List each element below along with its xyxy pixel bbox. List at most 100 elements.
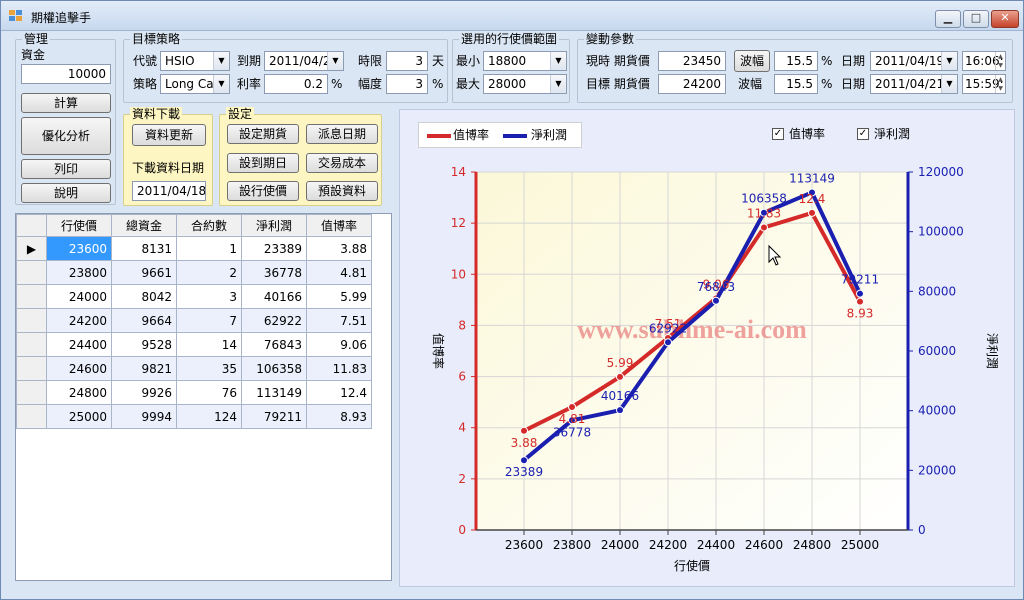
chevron-down-icon: ▼ (941, 75, 957, 93)
rate-input[interactable]: 0.2 (264, 74, 328, 94)
table-cell[interactable]: 35 (176, 356, 242, 381)
table-cell[interactable]: 1 (176, 236, 242, 261)
table-cell[interactable]: 76 (176, 380, 242, 405)
volatility1-input[interactable]: 15.5 (774, 51, 818, 71)
row-header[interactable] (16, 308, 47, 333)
close-button[interactable]: ✕ (991, 10, 1019, 28)
table-cell[interactable]: 24200 (46, 308, 112, 333)
table-cell[interactable]: 79211 (241, 404, 307, 429)
maximize-button[interactable]: □ (963, 10, 989, 28)
print-button[interactable]: 列印 (21, 159, 111, 179)
trading-cost-button[interactable]: 交易成本 (306, 153, 378, 173)
row-header[interactable] (16, 260, 47, 285)
table-cell[interactable]: 9664 (111, 308, 177, 333)
code-select[interactable]: HSIO ▼ (160, 51, 230, 71)
table-cell[interactable]: 106358 (241, 356, 307, 381)
table-row[interactable]: 23800 9661 2 36778 4.81 (16, 260, 372, 285)
table-row[interactable]: 24000 8042 3 40166 5.99 (16, 284, 372, 309)
max-strike-select[interactable]: 28000 ▼ (483, 74, 567, 94)
table-cell[interactable]: 8042 (111, 284, 177, 309)
capital-input[interactable]: 10000 (21, 64, 111, 84)
table-row[interactable]: 24200 9664 7 62922 7.51 (16, 308, 372, 333)
row-header[interactable] (16, 356, 47, 381)
table-cell[interactable]: 12.4 (306, 380, 372, 405)
column-header[interactable]: 合約數 (176, 214, 242, 237)
title-bar[interactable]: 期權追擊手 ▁ □ ✕ (1, 1, 1023, 31)
table-cell[interactable]: 24000 (46, 284, 112, 309)
expiry-select[interactable]: 2011/04/28 ▼ (264, 51, 344, 71)
column-header[interactable]: 總資金 (111, 214, 177, 237)
table-cell[interactable]: 2 (176, 260, 242, 285)
optimize-button[interactable]: 優化分析 (21, 117, 111, 155)
table-cell[interactable]: 4.81 (306, 260, 372, 285)
default-data-button[interactable]: 預設資料 (306, 181, 378, 201)
table-cell[interactable]: 9528 (111, 332, 177, 357)
table-cell[interactable]: 3.88 (306, 236, 372, 261)
table-cell[interactable]: 9.06 (306, 332, 372, 357)
table-cell[interactable]: 23389 (241, 236, 307, 261)
table-cell[interactable]: 24400 (46, 332, 112, 357)
spinner-arrows-icon[interactable]: ▲ ▼ (995, 75, 1005, 93)
results-grid[interactable]: 行使價 總資金 合約數 淨利潤 值博率 ▶ 23600 8131 1 23389… (15, 213, 392, 581)
table-cell[interactable]: 62922 (241, 308, 307, 333)
term-input[interactable]: 3 (386, 51, 428, 71)
time1-spinner[interactable]: 16:06: ▲ ▼ (962, 51, 1006, 71)
table-cell[interactable]: 124 (176, 404, 242, 429)
min-strike-select[interactable]: 18800 ▼ (483, 51, 567, 71)
set-expiry-button[interactable]: 設到期日 (227, 153, 299, 173)
table-row[interactable]: 24600 9821 35 106358 11.83 (16, 356, 372, 381)
set-strike-button[interactable]: 設行使價 (227, 181, 299, 201)
update-data-button[interactable]: 資料更新 (132, 124, 206, 146)
date2-picker[interactable]: 2011/04/21 ▼ (870, 74, 958, 94)
table-row[interactable]: 25000 9994 124 79211 8.93 (16, 404, 372, 429)
spinner-arrows-icon[interactable]: ▲ ▼ (995, 52, 1005, 70)
table-cell[interactable]: 5.99 (306, 284, 372, 309)
download-date-input[interactable]: 2011/04/18 (132, 181, 206, 201)
table-cell[interactable]: 9926 (111, 380, 177, 405)
row-header[interactable] (16, 404, 47, 429)
row-header[interactable] (16, 284, 47, 309)
table-cell[interactable]: 76843 (241, 332, 307, 357)
table-cell[interactable]: 9821 (111, 356, 177, 381)
dividend-date-button[interactable]: 派息日期 (306, 124, 378, 144)
table-cell[interactable]: 8131 (111, 236, 177, 261)
column-header[interactable]: 行使價 (46, 214, 112, 237)
table-cell[interactable]: 8.93 (306, 404, 372, 429)
target-price-input[interactable]: 24200 (658, 74, 726, 94)
calc-button[interactable]: 計算 (21, 93, 111, 113)
table-cell[interactable]: 23600 (46, 236, 112, 261)
table-cell[interactable]: 7.51 (306, 308, 372, 333)
range-input[interactable]: 3 (386, 74, 428, 94)
set-futures-button[interactable]: 設定期貨 (227, 124, 299, 144)
table-cell[interactable]: 9661 (111, 260, 177, 285)
minimize-button[interactable]: ▁ (935, 10, 961, 28)
row-header[interactable] (16, 332, 47, 357)
table-cell[interactable]: 24800 (46, 380, 112, 405)
time2-spinner[interactable]: 15:59: ▲ ▼ (962, 74, 1006, 94)
column-header[interactable]: 淨利潤 (241, 214, 307, 237)
current-price-input[interactable]: 23450 (658, 51, 726, 71)
right-tick-label: 120000 (918, 165, 964, 179)
date1-picker[interactable]: 2011/04/19 ▼ (870, 51, 958, 71)
table-cell[interactable]: 36778 (241, 260, 307, 285)
table-cell[interactable]: 113149 (241, 380, 307, 405)
table-cell[interactable]: 25000 (46, 404, 112, 429)
table-cell[interactable]: 9994 (111, 404, 177, 429)
strategy-select[interactable]: Long Call ▼ (160, 74, 230, 94)
volatility2-input[interactable]: 15.5 (774, 74, 818, 94)
column-header[interactable]: 值博率 (306, 214, 372, 237)
volatility-button[interactable]: 波幅 (734, 50, 770, 72)
table-cell[interactable]: 24600 (46, 356, 112, 381)
table-row[interactable]: 24400 9528 14 76843 9.06 (16, 332, 372, 357)
table-cell[interactable]: 7 (176, 308, 242, 333)
table-cell[interactable]: 14 (176, 332, 242, 357)
table-row[interactable]: 24800 9926 76 113149 12.4 (16, 380, 372, 405)
table-cell[interactable]: 3 (176, 284, 242, 309)
table-cell[interactable]: 11.83 (306, 356, 372, 381)
help-button[interactable]: 說明 (21, 183, 111, 203)
volatility2-unit: % (821, 77, 833, 91)
table-row[interactable]: ▶ 23600 8131 1 23389 3.88 (16, 236, 372, 261)
table-cell[interactable]: 23800 (46, 260, 112, 285)
table-cell[interactable]: 40166 (241, 284, 307, 309)
row-header[interactable] (16, 380, 47, 405)
